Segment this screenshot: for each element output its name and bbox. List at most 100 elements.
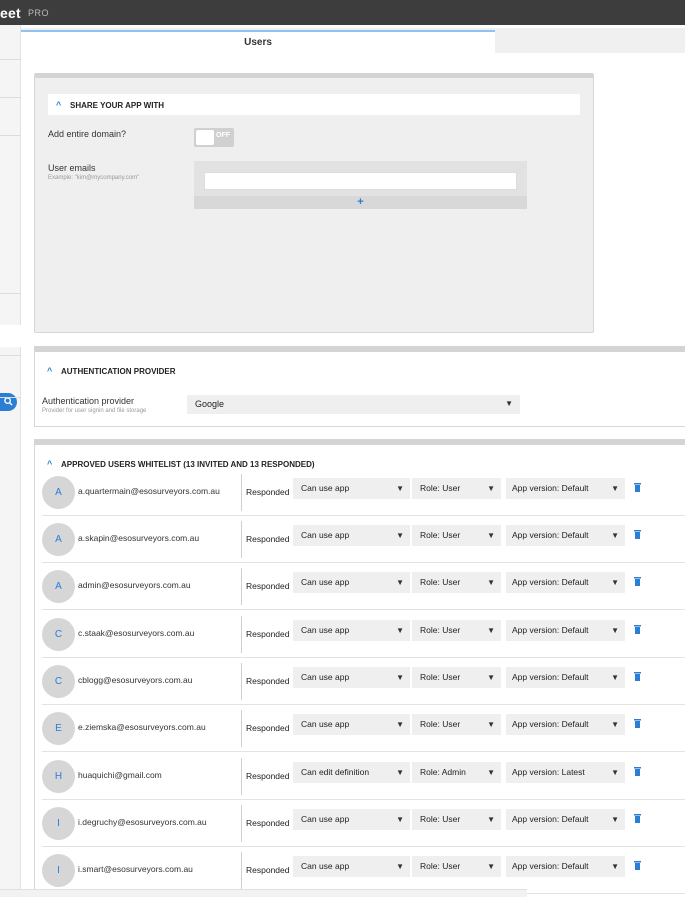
row-divider	[241, 474, 242, 511]
trash-icon[interactable]	[634, 814, 641, 823]
auth-section-title: AUTHENTICATION PROVIDER	[61, 367, 176, 376]
permission-select[interactable]: Can use app ▼	[293, 809, 410, 830]
permission-select[interactable]: Can use app ▼	[293, 620, 410, 641]
row-divider	[241, 710, 242, 747]
horizontal-scrollbar[interactable]	[0, 889, 527, 897]
permission-select[interactable]: Can use app ▼	[293, 478, 410, 499]
trash-icon[interactable]	[634, 625, 641, 634]
auth-provider-select[interactable]: Google ▼	[187, 395, 520, 414]
role-select[interactable]: Role: User ▼	[412, 620, 501, 641]
trash-icon[interactable]	[634, 719, 641, 728]
role-select[interactable]: Role: User ▼	[412, 478, 501, 499]
permission-select[interactable]: Can edit definition ▼	[293, 762, 410, 783]
trash-icon[interactable]	[634, 577, 641, 586]
sidebar-item[interactable]	[0, 325, 21, 347]
app-version-select[interactable]: App version: Default ▼	[506, 714, 625, 735]
left-sidebar	[0, 25, 21, 897]
trash-icon[interactable]	[634, 483, 641, 492]
sidebar-divider	[0, 135, 21, 136]
avatar: A	[42, 476, 75, 509]
role-value: Role: User	[420, 577, 461, 587]
caret-down-icon: ▼	[611, 626, 619, 635]
chevron-up-icon: ^	[47, 459, 53, 469]
app-version-select[interactable]: App version: Default ▼	[506, 856, 625, 877]
app-version-select[interactable]: App version: Default ▼	[506, 525, 625, 546]
role-select[interactable]: Role: User ▼	[412, 856, 501, 877]
add-domain-toggle[interactable]: OFF	[194, 128, 234, 147]
caret-down-icon: ▼	[396, 862, 404, 871]
permission-value: Can use app	[301, 814, 350, 824]
role-select[interactable]: Role: User ▼	[412, 809, 501, 830]
caret-down-icon: ▼	[487, 484, 495, 493]
user-email: i.smart@esosurveyors.com.au	[78, 864, 193, 874]
trash-icon[interactable]	[634, 767, 641, 776]
auth-section-header[interactable]: ^ AUTHENTICATION PROVIDER	[42, 366, 342, 380]
role-select[interactable]: Role: User ▼	[412, 714, 501, 735]
status-label: Responded	[246, 771, 290, 781]
table-row: Aa.skapin@esosurveyors.com.au Responded Ca…	[42, 516, 685, 563]
user-email: i.degruchy@esosurveyors.com.au	[78, 817, 207, 827]
permission-value: Can edit definition	[301, 767, 370, 777]
table-row: Ee.ziemska@esosurveyors.com.au Responded C…	[42, 705, 685, 752]
role-select[interactable]: Role: User ▼	[412, 525, 501, 546]
caret-down-icon: ▼	[611, 531, 619, 540]
caret-down-icon: ▼	[611, 768, 619, 777]
sidebar-divider	[0, 355, 21, 356]
user-email: huaquichi@gmail.com	[78, 770, 162, 780]
auth-provider-value: Google	[195, 399, 225, 409]
avatar: E	[42, 712, 75, 745]
role-value: Role: User	[420, 814, 461, 824]
row-divider	[241, 616, 242, 653]
caret-down-icon: ▼	[487, 815, 495, 824]
app-version-select[interactable]: App version: Default ▼	[506, 620, 625, 641]
chevron-up-icon: ^	[47, 366, 53, 376]
permission-select[interactable]: Can use app ▼	[293, 667, 410, 688]
trash-icon[interactable]	[634, 530, 641, 539]
share-section-header[interactable]: ^ SHARE YOUR APP WITH	[48, 94, 580, 115]
role-select[interactable]: Role: User ▼	[412, 572, 501, 593]
user-email: cblogg@esosurveyors.com.au	[78, 675, 193, 685]
search-icon	[4, 397, 13, 406]
status-label: Responded	[246, 629, 290, 639]
permission-select[interactable]: Can use app ▼	[293, 525, 410, 546]
avatar: H	[42, 760, 75, 793]
caret-down-icon: ▼	[611, 720, 619, 729]
status-label: Responded	[246, 818, 290, 828]
add-email-button[interactable]: +	[194, 196, 527, 209]
role-select[interactable]: Role: Admin ▼	[412, 762, 501, 783]
user-email-input[interactable]	[204, 172, 517, 190]
permission-select[interactable]: Can use app ▼	[293, 856, 410, 877]
tab-users[interactable]: Users	[21, 30, 495, 54]
status-label: Responded	[246, 723, 290, 733]
caret-down-icon: ▼	[487, 720, 495, 729]
search-button[interactable]	[0, 393, 17, 411]
toggle-knob	[196, 130, 214, 145]
trash-icon[interactable]	[634, 672, 641, 681]
caret-down-icon: ▼	[396, 626, 404, 635]
app-version-select[interactable]: App version: Default ▼	[506, 667, 625, 688]
app-version-select[interactable]: App version: Default ▼	[506, 809, 625, 830]
caret-down-icon: ▼	[396, 768, 404, 777]
trash-icon[interactable]	[634, 861, 641, 870]
avatar: A	[42, 570, 75, 603]
status-label: Responded	[246, 676, 290, 686]
caret-down-icon: ▼	[487, 531, 495, 540]
caret-down-icon: ▼	[396, 815, 404, 824]
avatar: I	[42, 807, 75, 840]
role-value: Role: User	[420, 719, 461, 729]
caret-down-icon: ▼	[505, 399, 513, 408]
role-select[interactable]: Role: User ▼	[412, 667, 501, 688]
app-version-value: App version: Default	[512, 861, 589, 871]
table-row: Cc.staak@esosurveyors.com.au Responded Can…	[42, 611, 685, 658]
status-label: Responded	[246, 487, 290, 497]
permission-select[interactable]: Can use app ▼	[293, 714, 410, 735]
permission-select[interactable]: Can use app ▼	[293, 572, 410, 593]
app-version-select[interactable]: App version: Latest ▼	[506, 762, 625, 783]
caret-down-icon: ▼	[611, 578, 619, 587]
user-email: a.quartermain@esosurveyors.com.au	[78, 486, 220, 496]
permission-value: Can use app	[301, 577, 350, 587]
caret-down-icon: ▼	[611, 484, 619, 493]
app-version-select[interactable]: App version: Default ▼	[506, 572, 625, 593]
app-version-select[interactable]: App version: Default ▼	[506, 478, 625, 499]
table-row: Ccblogg@esosurveyors.com.au Responded Can …	[42, 658, 685, 705]
